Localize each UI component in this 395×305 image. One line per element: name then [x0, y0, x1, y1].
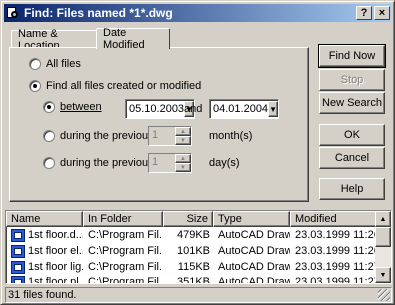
column-header-size[interactable]: Size — [163, 211, 213, 227]
find-dialog: Find: Files named *1*.dwg ? × Name & Loc… — [0, 0, 395, 305]
file-type: AutoCAD Draw... — [218, 245, 290, 257]
chevron-down-icon[interactable]: ▼ — [268, 101, 278, 117]
column-header-folder[interactable]: In Folder — [83, 211, 163, 227]
tab-label: Date Modified — [103, 27, 145, 51]
previous-days-radio[interactable] — [43, 157, 55, 169]
months-value: 1 — [149, 127, 175, 145]
file-type: AutoCAD Draw... — [218, 261, 290, 273]
file-modified: 23.03.1999 11:27 — [295, 261, 377, 273]
new-search-button[interactable]: New Search — [319, 92, 385, 114]
spin-up-icon[interactable]: ▲ — [175, 154, 191, 163]
file-folder: C:\Program Fil... — [88, 245, 163, 257]
and-label: and — [184, 103, 203, 115]
results-list[interactable]: Name In Folder Size Type Modified 1st fl… — [5, 210, 392, 284]
all-files-radio[interactable] — [29, 58, 41, 70]
resize-grip-icon[interactable] — [378, 289, 390, 301]
file-type: AutoCAD Draw... — [218, 276, 290, 284]
previous-months-option[interactable]: during the previous — [43, 130, 154, 142]
find-all-label: Find all files created or modified — [46, 80, 202, 92]
file-name: 1st floor.d... — [28, 229, 83, 241]
find-icon — [6, 6, 20, 20]
status-bar: 31 files found. — [5, 287, 392, 303]
vertical-scrollbar[interactable]: ▲ ▼ — [375, 211, 391, 283]
column-header-type[interactable]: Type — [213, 211, 290, 227]
file-folder: C:\Program Fil... — [88, 276, 163, 284]
title-bar[interactable]: Find: Files named *1*.dwg ? × — [4, 4, 391, 22]
all-files-label: All files — [46, 58, 81, 70]
cancel-button[interactable]: Cancel — [319, 147, 385, 169]
between-radio[interactable] — [43, 101, 55, 113]
end-date-picker[interactable]: 04.01.2004 ▼ — [209, 99, 279, 119]
months-unit-label: month(s) — [209, 130, 253, 142]
file-size: 351KB — [176, 276, 210, 284]
previous-months-radio[interactable] — [43, 130, 55, 142]
find-all-option[interactable]: Find all files created or modified — [29, 80, 201, 92]
file-modified: 23.03.1999 11:26 — [295, 229, 377, 241]
file-name: 1st floor lig... — [28, 261, 83, 273]
status-text: 31 files found. — [8, 289, 77, 301]
file-modified: 23.03.1999 11:26 — [295, 245, 377, 257]
between-option[interactable]: between — [43, 101, 102, 113]
column-header-name[interactable]: Name — [6, 211, 83, 227]
find-now-button[interactable]: Find Now — [318, 44, 386, 68]
scroll-up-icon[interactable]: ▲ — [375, 211, 391, 227]
column-header-modified[interactable]: Modified — [290, 211, 377, 227]
stop-button[interactable]: Stop — [319, 69, 385, 91]
days-spinner[interactable]: 1 ▲ ▼ — [148, 153, 192, 173]
dwg-file-icon — [11, 260, 25, 274]
between-label: between — [60, 101, 102, 113]
end-date-value: 04.01.2004 — [213, 103, 269, 115]
date-modified-panel: All files Find all files created or modi… — [9, 47, 309, 202]
file-folder: C:\Program Fil... — [88, 261, 163, 273]
file-folder: C:\Program Fil... — [88, 229, 163, 241]
spin-down-icon[interactable]: ▼ — [175, 136, 191, 145]
spin-down-icon[interactable]: ▼ — [175, 163, 191, 172]
all-files-option[interactable]: All files — [29, 58, 81, 70]
file-size: 101KB — [176, 245, 210, 257]
dwg-file-icon — [11, 244, 25, 258]
find-all-radio[interactable] — [29, 80, 41, 92]
file-size: 115KB — [177, 261, 210, 273]
file-type: AutoCAD Draw... — [218, 229, 290, 241]
file-modified: 23.03.1999 11:27 — [295, 276, 377, 284]
dwg-file-icon — [11, 275, 25, 283]
help-button[interactable]: Help — [319, 178, 385, 200]
previous-days-label: during the previous — [60, 157, 154, 169]
file-size: 479KB — [176, 229, 210, 241]
months-spinner[interactable]: 1 ▲ ▼ — [148, 126, 192, 146]
window-title: Find: Files named *1*.dwg — [24, 6, 173, 20]
help-title-button[interactable]: ? — [356, 6, 372, 20]
start-date-value: 05.10.2003 — [129, 103, 185, 115]
days-value: 1 — [149, 154, 175, 172]
spin-up-icon[interactable]: ▲ — [175, 127, 191, 136]
scroll-thumb[interactable] — [375, 227, 391, 247]
previous-days-option[interactable]: during the previous — [43, 157, 154, 169]
close-button[interactable]: × — [374, 6, 390, 20]
tab-date-modified[interactable]: Date Modified — [96, 27, 170, 51]
file-name: 1st floor pl... — [28, 276, 83, 284]
file-name: 1st floor el... — [28, 245, 83, 257]
days-unit-label: day(s) — [209, 157, 240, 169]
previous-months-label: during the previous — [60, 130, 154, 142]
ok-button[interactable]: OK — [319, 124, 385, 146]
dwg-file-icon — [11, 228, 25, 242]
scroll-down-icon[interactable]: ▼ — [375, 267, 391, 283]
